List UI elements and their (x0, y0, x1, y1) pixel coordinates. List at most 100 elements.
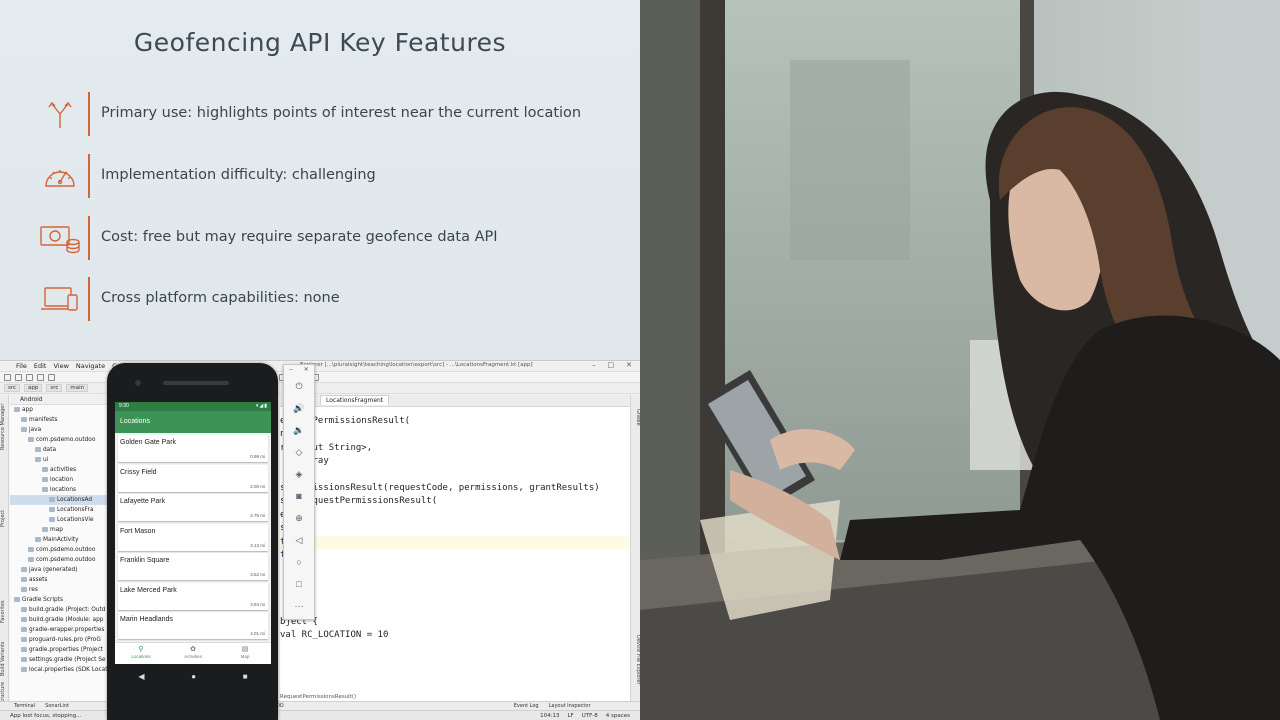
tree-node[interactable]: local.properties (SDK Locat (10, 665, 107, 675)
location-name: Golden Gate Park (120, 439, 177, 446)
menu-file[interactable]: File (16, 362, 27, 370)
build-icon[interactable] (48, 373, 55, 381)
tree-node[interactable]: java (generated) (10, 565, 107, 575)
tree-view-selector[interactable]: Android (10, 395, 107, 405)
tree-node[interactable]: java (10, 425, 107, 435)
encoding[interactable]: UTF-8 (582, 713, 598, 719)
folder-icon (21, 657, 27, 662)
menu-edit[interactable]: Edit (34, 362, 47, 370)
zoom-icon[interactable]: ⊕ (284, 507, 314, 529)
gradle-tab[interactable]: Gradle (632, 409, 640, 426)
front-camera (135, 380, 141, 386)
layout-inspector-tab[interactable]: Layout Inspector (549, 703, 591, 709)
minimize-icon[interactable]: – (592, 361, 596, 369)
tree-node[interactable]: activities (10, 465, 107, 475)
menu-view[interactable]: View (53, 362, 68, 370)
favorites-tab[interactable]: Favorites (0, 595, 9, 629)
maximize-icon[interactable]: □ (608, 361, 615, 369)
nav-locations[interactable]: ⚲ Locations (115, 643, 167, 664)
tree-node-label: com.psdemo.outdoo (36, 557, 96, 563)
fork-arrows-icon (38, 98, 82, 130)
home-icon[interactable]: ● (191, 672, 196, 681)
tree-node[interactable]: settings.gradle (Project Se (10, 655, 107, 665)
tree-node[interactable]: com.psdemo.outdoo (10, 435, 107, 445)
tree-node[interactable]: com.psdemo.outdoo (10, 555, 107, 565)
location-card[interactable]: Franklin Square 3.52 mi (118, 553, 268, 580)
build-variants-tab[interactable]: Build Variants (0, 639, 9, 679)
device-file-explorer-tab[interactable]: Device File Explorer (632, 635, 640, 684)
tree-node[interactable]: LocationsVie (10, 515, 107, 525)
location-card[interactable]: Crissy Field 2.00 mi (118, 464, 268, 492)
tree-node[interactable]: gradle-wrapper.properties (10, 625, 107, 635)
tree-node[interactable]: Gradle Scripts (10, 595, 107, 605)
tree-node[interactable]: build.gradle (Module: app (10, 615, 107, 625)
tree-node[interactable]: com.psdemo.outdoo (10, 545, 107, 555)
tree-node-label: gradle-wrapper.properties (29, 627, 105, 633)
breadcrumb-item[interactable]: src (4, 384, 21, 392)
project-tab[interactable]: Project (0, 503, 9, 533)
save-icon[interactable] (4, 373, 11, 381)
location-card[interactable]: Lake Merced Park 3.94 mi (118, 582, 268, 610)
volume-down-icon[interactable]: 🔉 (284, 419, 314, 441)
rotate-right-icon[interactable]: ◈ (284, 463, 314, 485)
tree-node[interactable]: gradle.properties (Project (10, 645, 107, 655)
breadcrumb-item[interactable]: app (24, 384, 43, 392)
tree-node[interactable]: location (10, 475, 107, 485)
feature-divider (88, 154, 90, 198)
code-editor[interactable]: LocationsFragment equestPermissionsResul… (280, 395, 630, 705)
location-distance: 3.94 mi (250, 601, 265, 607)
back-icon[interactable]: ◁ (284, 529, 314, 551)
overview-icon[interactable]: ■ (243, 672, 248, 681)
tree-node[interactable]: map (10, 525, 107, 535)
nav-map[interactable]: ▤ Map (219, 643, 271, 664)
phone-emulator: 9:30 ▾◢▮ Locations Golden Gate Park 0.99 … (107, 363, 278, 720)
tree-node[interactable]: LocationsFra (10, 505, 107, 515)
breadcrumb-item[interactable]: src (46, 384, 63, 392)
tree-node[interactable]: build.gradle (Project: Outd (10, 605, 107, 615)
home-icon[interactable]: ○ (284, 551, 314, 573)
rotate-left-icon[interactable]: ◇ (284, 441, 314, 463)
tree-node[interactable]: MainActivity (10, 535, 107, 545)
sync-icon[interactable] (15, 373, 22, 381)
folder-icon (35, 537, 41, 542)
folder-icon (14, 407, 20, 412)
back-icon[interactable]: ◀ (138, 672, 144, 681)
tree-node[interactable]: res (10, 585, 107, 595)
volume-up-icon[interactable]: 🔊 (284, 397, 314, 419)
camera-icon[interactable]: ◙ (284, 485, 314, 507)
tree-node[interactable]: LocationsAd (10, 495, 107, 505)
undo-icon[interactable] (26, 373, 33, 381)
emulator-controls: – ✕ ⏻ 🔊 🔉 ◇ ◈ ◙ ⊕ ◁ ○ □ ··· (283, 364, 315, 620)
breadcrumb-item[interactable]: main (66, 384, 89, 392)
location-card[interactable]: Lafayette Park 2.75 mi (118, 494, 268, 521)
menu-navigate[interactable]: Navigate (76, 362, 105, 370)
more-icon[interactable]: ··· (284, 595, 314, 617)
indent[interactable]: 4 spaces (606, 713, 630, 719)
resource-manager-tab[interactable]: Resource Manager (0, 399, 9, 455)
tree-node[interactable]: manifests (10, 415, 107, 425)
event-log-tab[interactable]: Event Log (514, 703, 539, 709)
close-icon[interactable]: ✕ (304, 365, 309, 375)
tree-node[interactable]: ui (10, 455, 107, 465)
nav-activities[interactable]: ✿ Activities (167, 643, 219, 664)
tree-node[interactable]: assets (10, 575, 107, 585)
power-icon[interactable]: ⏻ (284, 375, 314, 397)
sonarlint-tab[interactable]: SonarLint (45, 703, 69, 709)
tab-locations-fragment[interactable]: LocationsFragment (320, 395, 390, 405)
location-card[interactable]: Marin Headlands 4.01 mi (118, 612, 268, 639)
cursor-position[interactable]: 104:13 (540, 713, 559, 719)
tree-node[interactable]: proguard-rules.pro (ProG (10, 635, 107, 645)
terminal-tab[interactable]: Terminal (14, 703, 35, 709)
line-ending[interactable]: LF (567, 713, 573, 719)
minimize-icon[interactable]: – (289, 365, 292, 375)
tree-node[interactable]: data (10, 445, 107, 455)
overview-icon[interactable]: □ (284, 573, 314, 595)
location-card[interactable]: Fort Mason 3.13 mi (118, 523, 268, 551)
location-card[interactable]: Golden Gate Park 0.99 mi (118, 435, 268, 462)
close-icon[interactable]: ✕ (626, 361, 632, 369)
tree-node[interactable]: locations (10, 485, 107, 495)
photo-woman-with-tablet (640, 0, 1280, 720)
redo-icon[interactable] (37, 373, 44, 381)
tree-node-label: locations (50, 487, 77, 493)
tree-node[interactable]: app (10, 405, 107, 415)
